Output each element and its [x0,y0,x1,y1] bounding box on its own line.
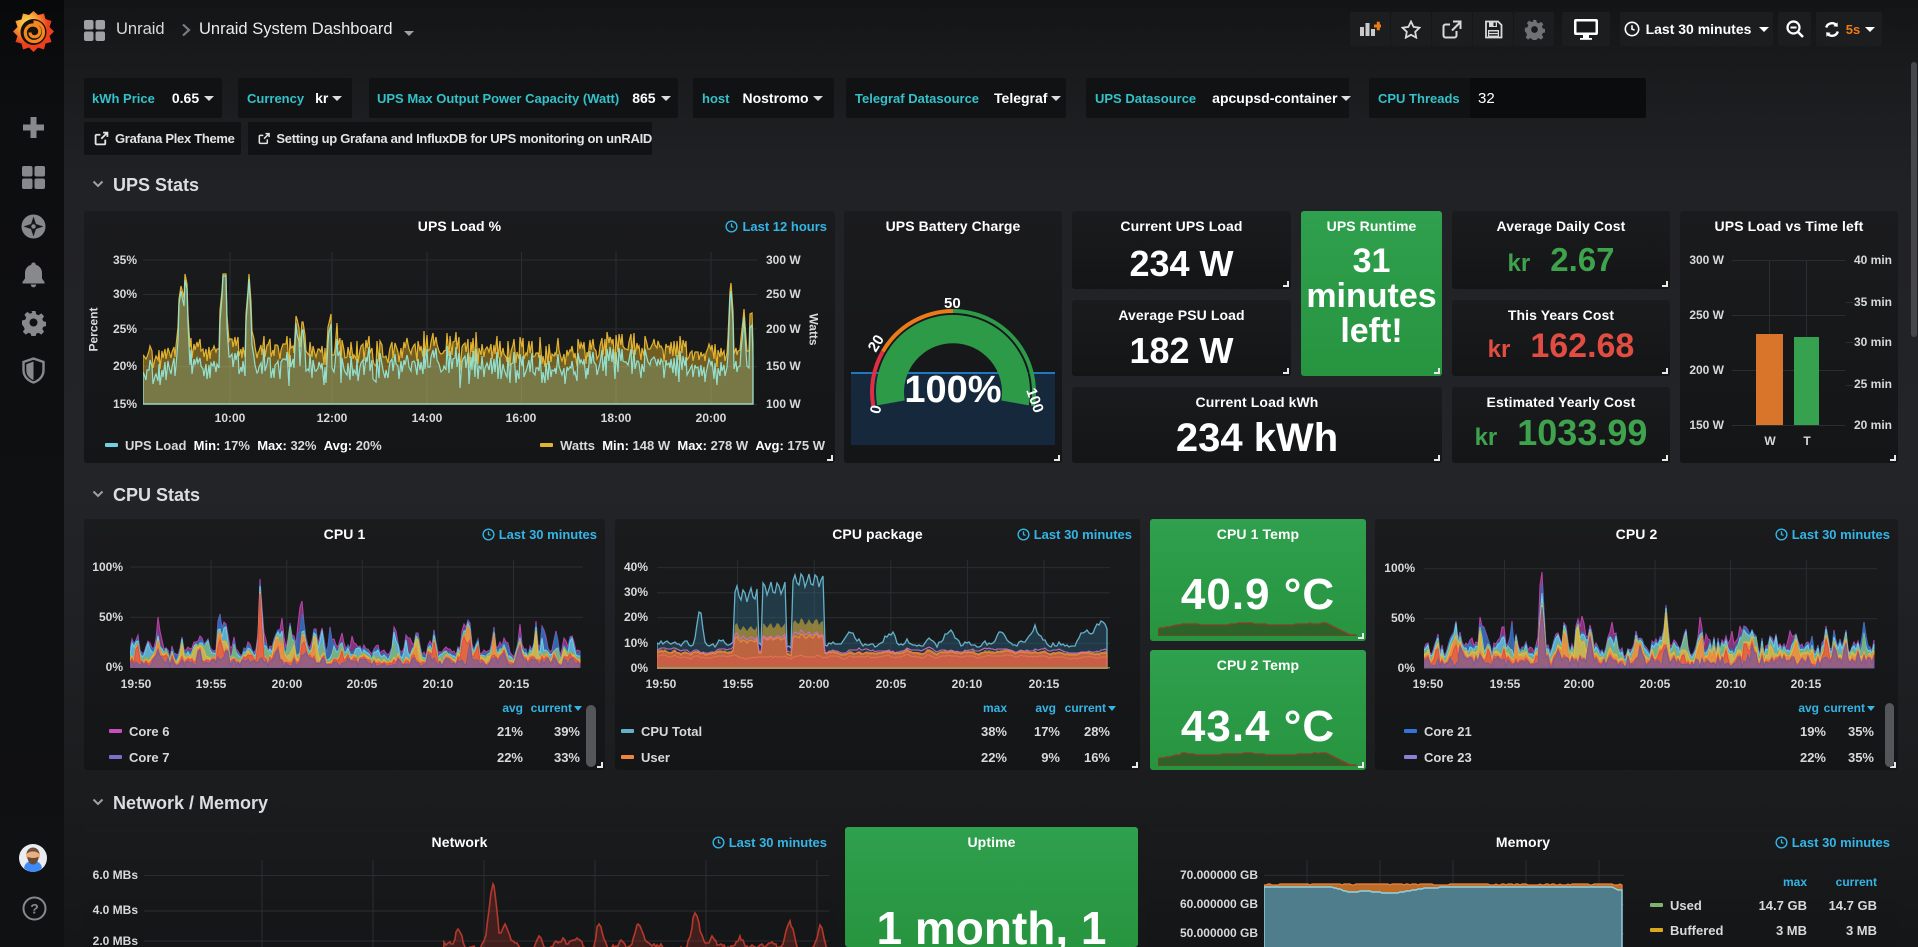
svg-text:?: ? [30,901,39,917]
